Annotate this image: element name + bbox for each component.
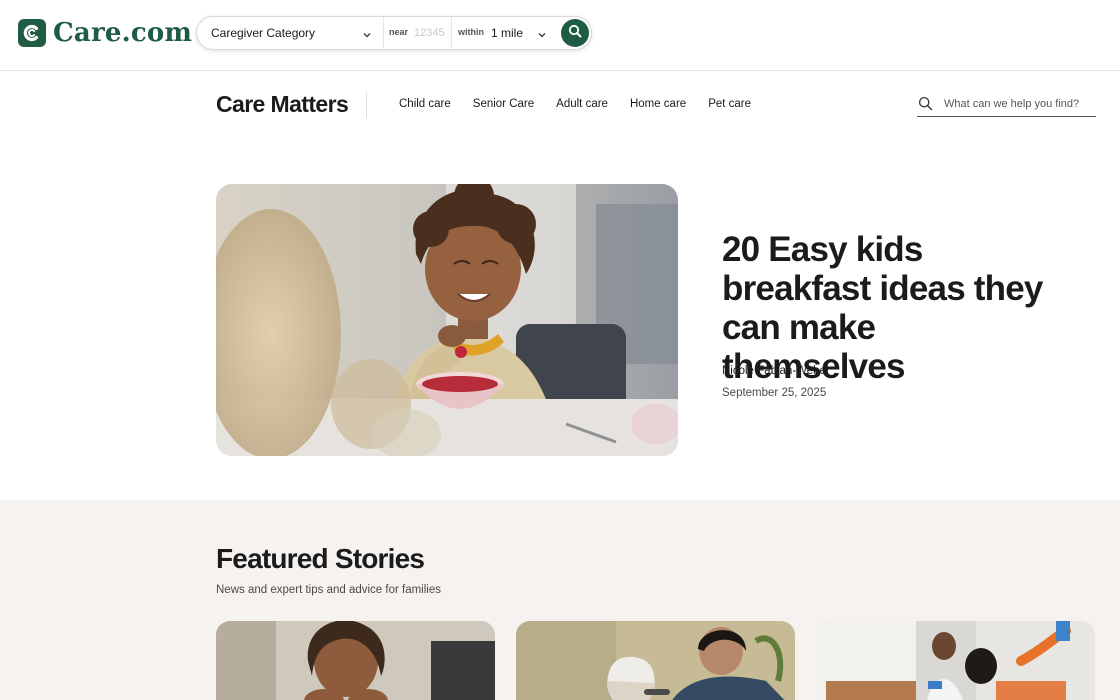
search-button[interactable] (561, 19, 589, 47)
hero-date: September 25, 2025 (722, 387, 827, 399)
logo-text: Care.com (53, 18, 193, 48)
nav-item-adult-care[interactable]: Adult care (556, 98, 608, 110)
featured-card[interactable] (816, 621, 1095, 700)
search-icon (568, 24, 582, 43)
site-search-input[interactable] (944, 94, 1094, 114)
featured-stories-section: Featured Stories News and expert tips an… (0, 500, 1120, 700)
nav-item-senior-care[interactable]: Senior Care (473, 98, 534, 110)
distance-select[interactable]: 1 mile (491, 26, 523, 40)
search-icon[interactable] (918, 96, 933, 116)
near-label: near (389, 27, 409, 37)
hero-author[interactable]: Nicole Fabian-Weber (722, 365, 830, 377)
search-divider (451, 17, 452, 49)
care-logo-icon (18, 19, 46, 47)
zip-input[interactable] (414, 23, 452, 43)
chevron-down-icon[interactable] (537, 27, 547, 45)
featured-subtitle: News and expert tips and advice for fami… (216, 584, 441, 596)
care-logo[interactable]: Care.com (18, 18, 192, 48)
nav-item-home-care[interactable]: Home care (630, 98, 686, 110)
nav-divider (366, 92, 367, 118)
top-header: Care.com Caregiver Category near within … (0, 0, 1120, 71)
hero-image[interactable] (216, 184, 678, 456)
search-divider (383, 17, 384, 49)
caregiver-category-label: Caregiver Category (211, 26, 316, 40)
caregiver-search-bar: Caregiver Category near within 1 mile (196, 16, 592, 50)
nav-item-pet-care[interactable]: Pet care (708, 98, 751, 110)
nav-item-child-care[interactable]: Child care (399, 98, 451, 110)
caregiver-category-select[interactable]: Caregiver Category (211, 17, 383, 49)
section-nav: Child care Senior Care Adult care Home c… (399, 98, 773, 110)
featured-card[interactable] (516, 621, 795, 700)
site-search (917, 92, 1096, 117)
featured-card[interactable] (216, 621, 495, 700)
within-label: within (458, 27, 484, 37)
hero-title[interactable]: 20 Easy kids breakfast ideas they can ma… (722, 230, 1062, 386)
featured-title: Featured Stories (216, 543, 425, 574)
chevron-down-icon[interactable] (362, 27, 372, 45)
section-title[interactable]: Care Matters (216, 91, 349, 118)
